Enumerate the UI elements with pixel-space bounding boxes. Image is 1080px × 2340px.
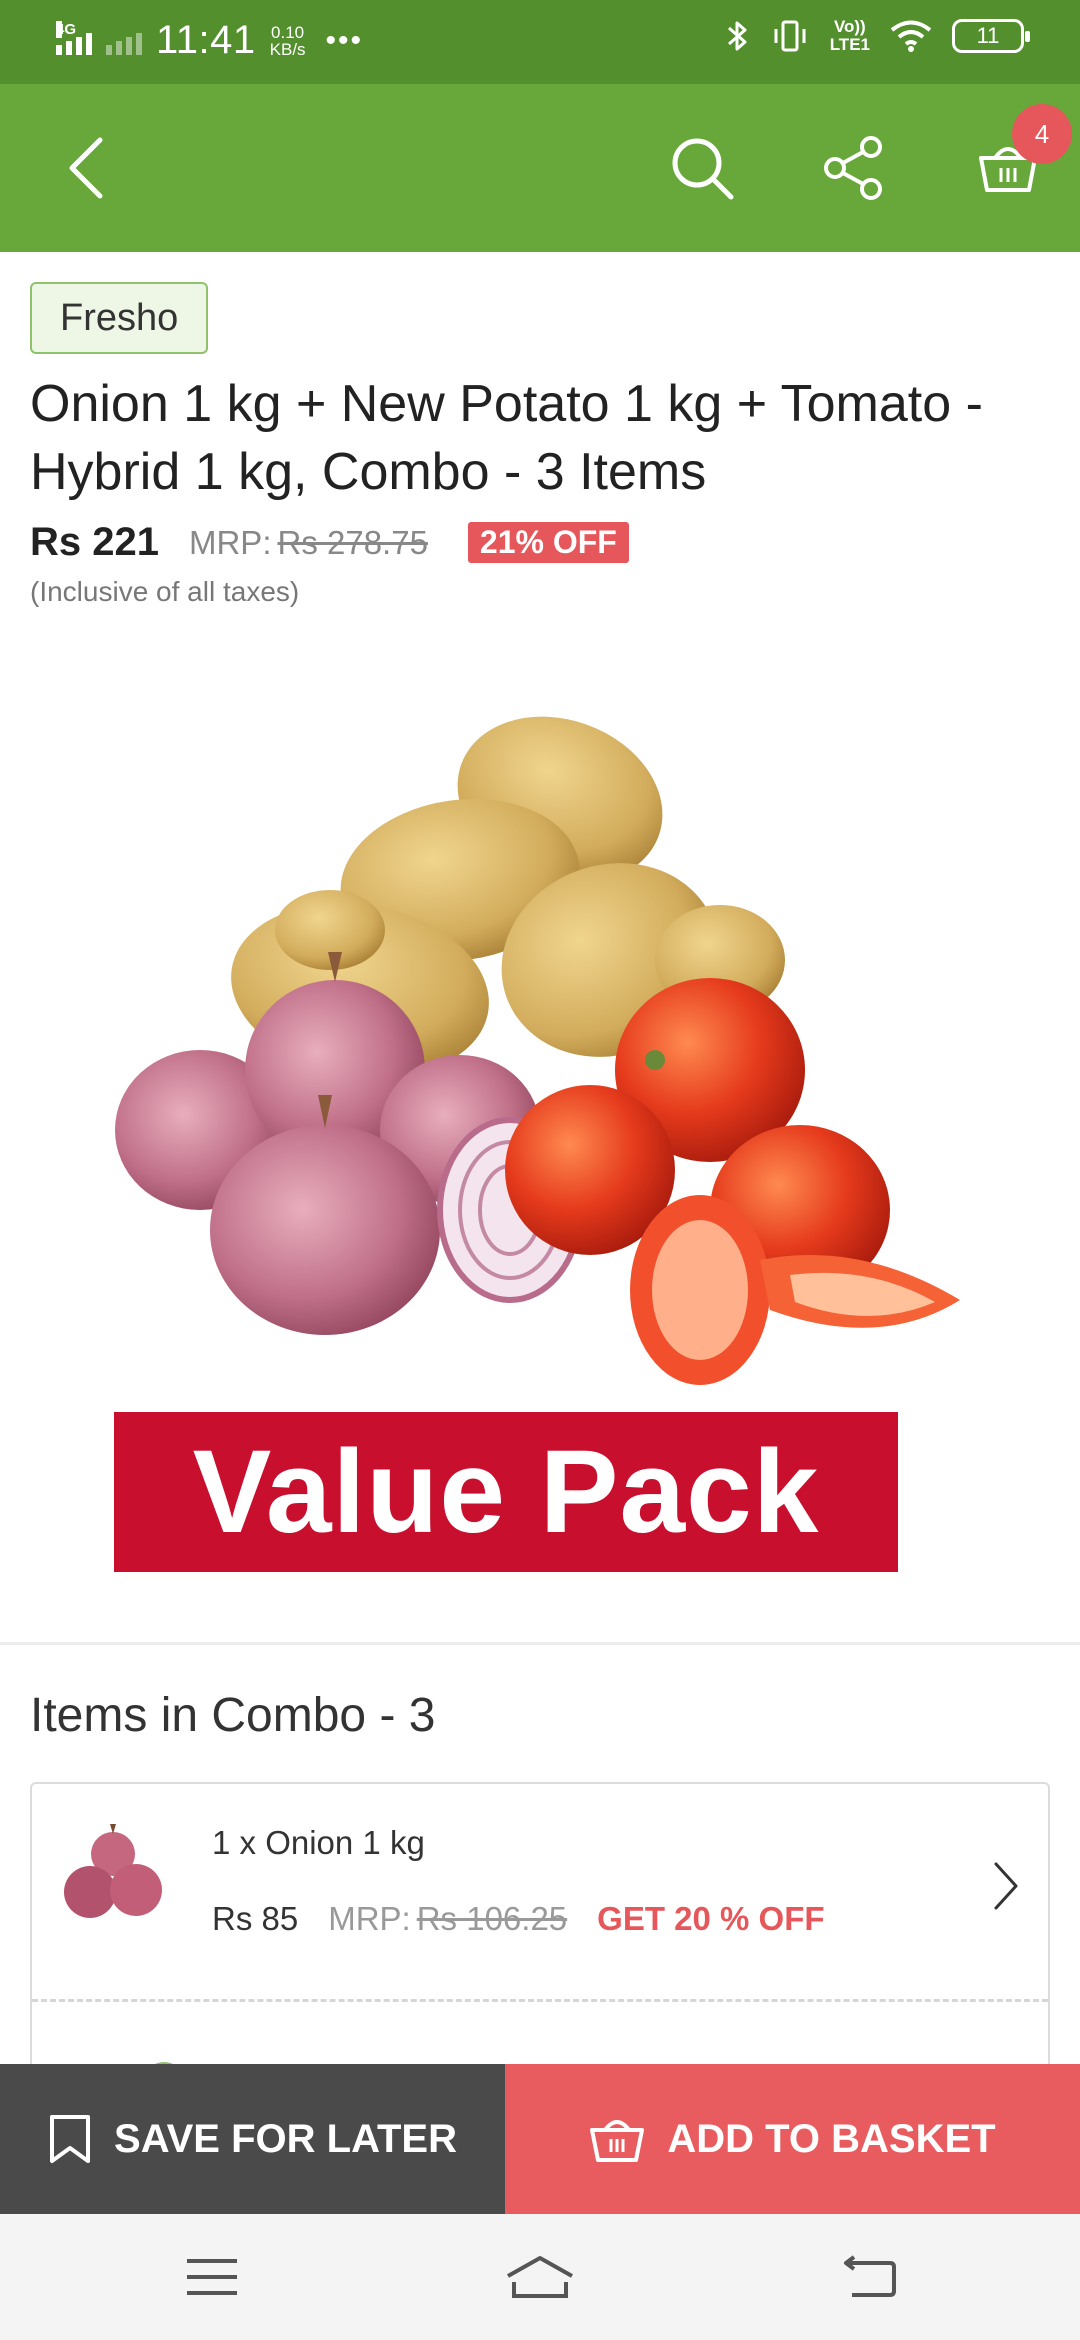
discount-badge: 21% OFF bbox=[467, 522, 629, 563]
chevron-right-icon[interactable] bbox=[986, 1856, 1026, 1916]
network-type: 4G bbox=[56, 20, 77, 38]
volte-label: Vo)) bbox=[833, 17, 866, 36]
back-button[interactable] bbox=[44, 126, 128, 210]
menu-icon bbox=[187, 2259, 237, 2295]
action-bar: SAVE FOR LATER ADD TO BASKET bbox=[0, 2064, 1080, 2214]
back-icon bbox=[844, 2255, 896, 2297]
wifi-icon bbox=[890, 20, 932, 52]
save-for-later-label: SAVE FOR LATER bbox=[114, 2116, 457, 2161]
combo-item-price-row: Rs 85 MRP: Rs 106.25 GET 20 % OFF bbox=[212, 1900, 825, 1938]
lte-label: LTE1 bbox=[829, 35, 870, 54]
speed-value: 0.10 bbox=[271, 22, 305, 42]
status-left: 4G 11:41 0.10 KB/s ••• bbox=[56, 18, 363, 63]
share-icon bbox=[824, 136, 882, 200]
price-row: Rs 221 MRP: Rs 278.75 21% OFF bbox=[30, 520, 629, 565]
cellular-signal-2-icon bbox=[106, 27, 142, 55]
combo-item-name: 1 x Onion 1 kg bbox=[212, 1824, 425, 1861]
combo-item-price: Rs 85 bbox=[212, 1900, 299, 1937]
volte-indicator: Vo)) LTE1 bbox=[830, 18, 870, 54]
bookmark-icon bbox=[50, 2115, 91, 2163]
network-speed: 0.10 KB/s bbox=[270, 24, 306, 58]
search-button[interactable] bbox=[660, 126, 744, 210]
status-bar: 4G 11:41 0.10 KB/s ••• Vo)) LTE1 11 bbox=[0, 0, 1080, 84]
clock: 11:41 bbox=[156, 18, 256, 62]
battery-icon: 11 bbox=[952, 19, 1030, 53]
section-divider bbox=[0, 1642, 1080, 1645]
more-notifications-icon: ••• bbox=[325, 23, 364, 57]
mrp-label: MRP: bbox=[188, 523, 272, 561]
value-pack-banner: Value Pack bbox=[114, 1412, 898, 1572]
combo-item-offer: GET 20 % OFF bbox=[597, 1900, 825, 1937]
back-arrow-icon bbox=[69, 137, 103, 199]
add-to-basket-label: ADD TO BASKET bbox=[667, 2116, 996, 2161]
save-for-later-button[interactable]: SAVE FOR LATER bbox=[0, 2064, 505, 2214]
product-price: Rs 221 bbox=[30, 520, 159, 564]
combo-item[interactable]: 1 x Onion 1 kg Rs 85 MRP: Rs 106.25 GET … bbox=[32, 1784, 1048, 2002]
add-to-basket-button[interactable]: ADD TO BASKET bbox=[505, 2064, 1080, 2214]
system-navigation-bar bbox=[0, 2214, 1080, 2340]
tax-note: (Inclusive of all taxes) bbox=[30, 576, 300, 607]
basket-icon bbox=[590, 2120, 645, 2162]
combo-item-mrp-label: MRP: bbox=[328, 1900, 411, 1937]
brand-tag[interactable]: Fresho bbox=[30, 282, 209, 354]
combo-card: 1 x Onion 1 kg Rs 85 MRP: Rs 106.25 GET … bbox=[30, 1782, 1050, 2102]
status-right: Vo)) LTE1 11 bbox=[726, 18, 1030, 54]
product-title: Onion 1 kg + New Potato 1 kg + Tomato - … bbox=[30, 375, 983, 501]
search-icon bbox=[672, 138, 734, 200]
onion-thumbnail bbox=[64, 1824, 162, 1918]
share-button[interactable] bbox=[812, 126, 896, 210]
cellular-signal-icon: 4G bbox=[56, 20, 92, 55]
cart-count-badge: 4 bbox=[1012, 104, 1072, 164]
home-icon bbox=[507, 2256, 573, 2298]
speed-unit: KB/s bbox=[269, 39, 306, 59]
bluetooth-icon bbox=[727, 21, 747, 51]
vibrate-icon bbox=[774, 20, 806, 52]
mrp-value: Rs 278.75 bbox=[277, 523, 428, 561]
menu-nav-button[interactable] bbox=[172, 2244, 252, 2310]
combo-item-mrp-value: Rs 106.25 bbox=[416, 1900, 568, 1937]
home-nav-button[interactable] bbox=[500, 2244, 580, 2310]
back-nav-button[interactable] bbox=[830, 2244, 910, 2310]
app-bar bbox=[0, 84, 1080, 252]
combo-heading: Items in Combo - 3 bbox=[30, 1689, 436, 1742]
